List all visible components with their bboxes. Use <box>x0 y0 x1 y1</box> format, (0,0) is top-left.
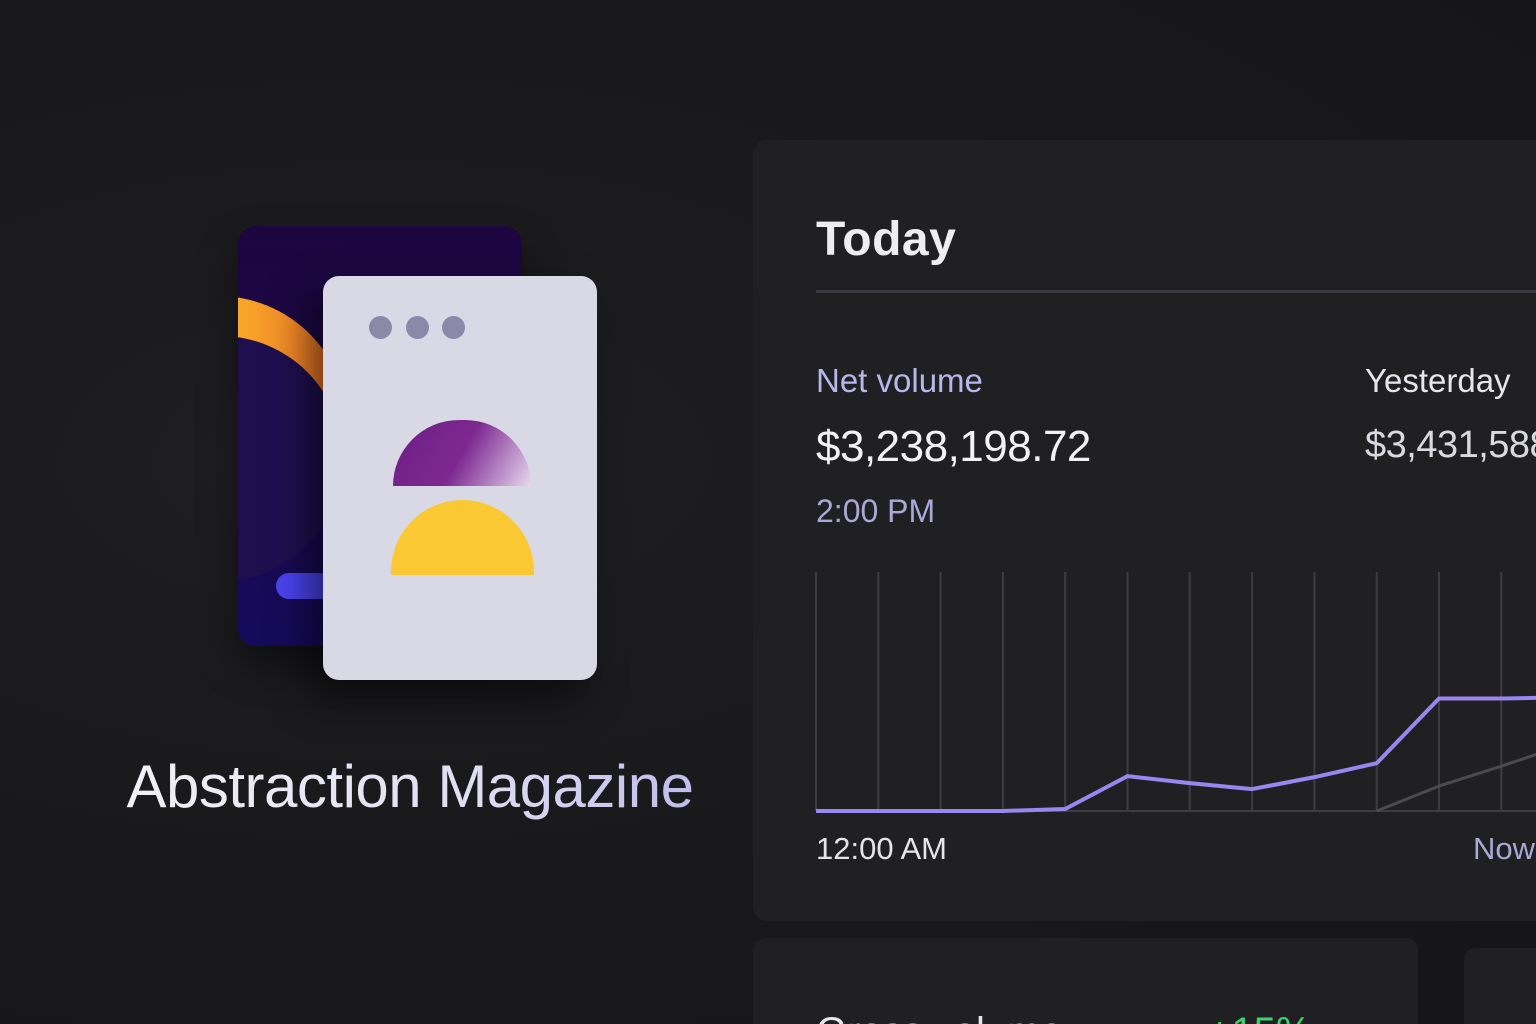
purple-half-circle-shape <box>393 420 531 486</box>
gross-volume-label[interactable]: Gross volume <box>816 1010 1063 1024</box>
today-series-line <box>816 695 1536 813</box>
brand-illustration <box>230 220 610 690</box>
gross-volume-delta: +15% <box>1208 1010 1311 1024</box>
yesterday-series-line <box>1376 752 1536 813</box>
window-dot-icon <box>406 316 429 339</box>
today-card: Today Net volume $3,238,198.72 2:00 PM Y… <box>753 140 1536 921</box>
x-axis-end-label: Now <box>1473 831 1536 866</box>
window-dot-icon <box>442 316 465 339</box>
yellow-half-circle-shape <box>391 500 534 575</box>
brand-name: Abstraction Magazine <box>100 752 720 821</box>
window-dot-icon <box>369 316 392 339</box>
secondary-card <box>1464 948 1536 1024</box>
app-stage: Abstraction Magazine Today Net volume $3… <box>0 0 1536 1024</box>
net-volume-chart[interactable] <box>753 140 1536 921</box>
x-axis-start-label: 12:00 AM <box>816 831 947 866</box>
front-card-illustration <box>323 276 597 680</box>
gross-volume-card: Gross volume +15% <box>753 938 1418 1024</box>
